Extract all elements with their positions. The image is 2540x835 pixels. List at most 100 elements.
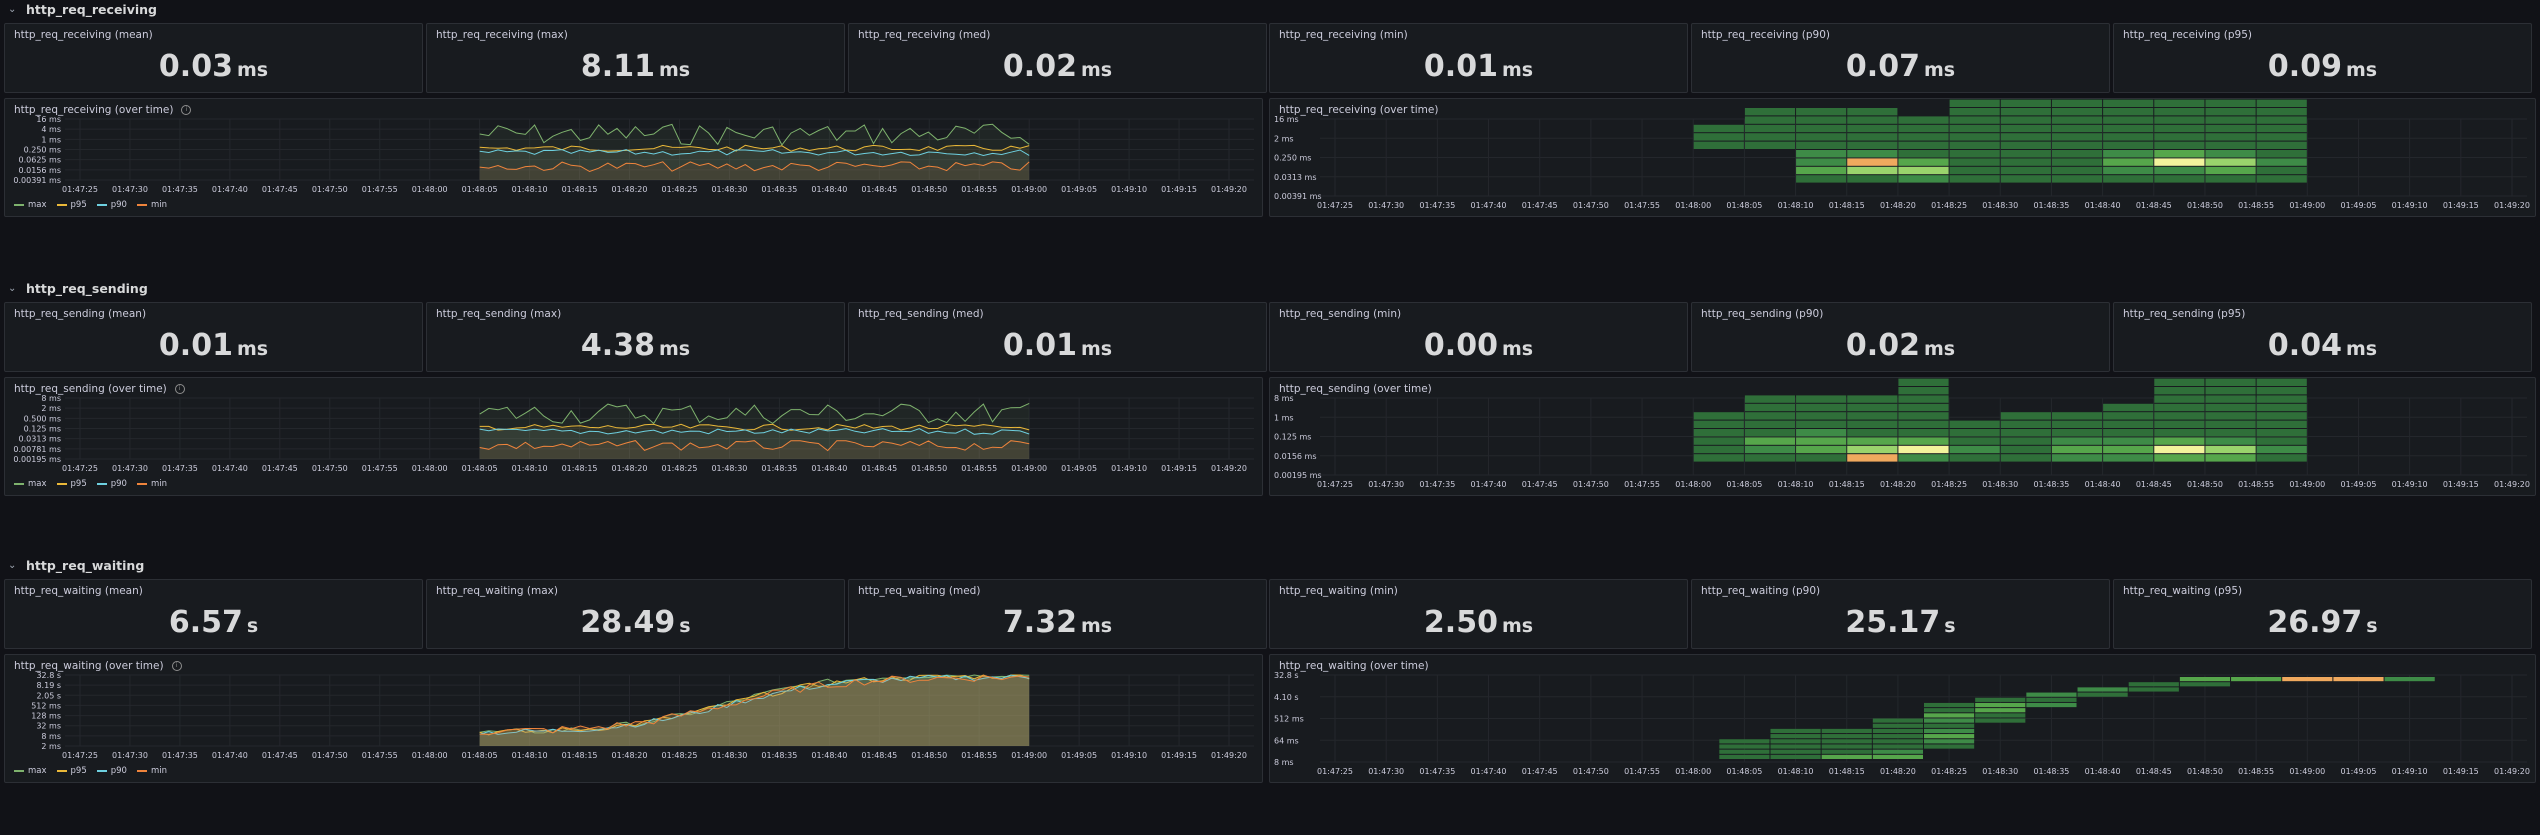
- heatmap-cell: [1898, 158, 1949, 166]
- heatmap-cell: [1924, 744, 1975, 749]
- heatmap-panel[interactable]: http_req_receiving (over time) 16 ms 2 ms 0…: [1269, 98, 2536, 217]
- heatmap-cell: [2000, 99, 2051, 107]
- row-header-0[interactable]: ⌄ http_req_receiving: [0, 0, 157, 18]
- row-header-1[interactable]: ⌄ http_req_sending: [0, 279, 148, 297]
- stat-panel[interactable]: http_req_sending (p95) 0.04 ms: [2113, 302, 2532, 372]
- chevron-down-icon[interactable]: ⌄: [8, 4, 22, 15]
- legend-item[interactable]: max: [14, 200, 47, 210]
- legend-label: p95: [70, 200, 87, 210]
- x-tick-label: 01:48:15: [562, 185, 598, 194]
- stat-panel[interactable]: http_req_waiting (max) 28.49 s: [426, 579, 845, 649]
- stat-panel[interactable]: http_req_waiting (p90) 25.17 s: [1691, 579, 2110, 649]
- legend: max p95 p90 min: [14, 766, 167, 776]
- stat-panel[interactable]: http_req_waiting (p95) 26.97 s: [2113, 579, 2532, 649]
- x-tick-label: 01:47:50: [1573, 480, 1609, 489]
- legend-item[interactable]: p90: [96, 766, 127, 776]
- heatmap-cell: [2026, 697, 2077, 702]
- y-tick-label: 1 ms: [1274, 413, 1294, 422]
- x-tick-label: 01:48:45: [2136, 201, 2172, 210]
- legend-label: p95: [70, 479, 87, 489]
- stat-panel[interactable]: http_req_waiting (min) 2.50 ms: [1269, 579, 1688, 649]
- stat-panel[interactable]: http_req_receiving (min) 0.01 ms: [1269, 23, 1688, 93]
- stat-panel[interactable]: http_req_receiving (mean) 0.03 ms: [4, 23, 423, 93]
- heatmap-cell: [2051, 158, 2103, 166]
- heatmap-cell: [2000, 158, 2051, 166]
- x-tick-label: 01:47:25: [1317, 201, 1353, 210]
- x-tick-label: 01:47:45: [1522, 201, 1558, 210]
- legend-item[interactable]: min: [136, 766, 167, 776]
- legend-item[interactable]: p95: [56, 766, 87, 776]
- heatmap-cell: [1796, 429, 1847, 437]
- heatmap-chart: 8 ms1 ms0.125 ms0.0156 ms0.00195 ms01:47…: [1274, 378, 2530, 489]
- heatmap-cell: [1898, 454, 1949, 462]
- heatmap-cell: [2051, 412, 2103, 420]
- heatmap-cell: [1924, 734, 1975, 739]
- x-tick-label: 01:48:35: [761, 751, 797, 760]
- heatmap-cell: [1898, 395, 1949, 403]
- legend-item[interactable]: min: [136, 200, 167, 210]
- chevron-down-icon[interactable]: ⌄: [8, 283, 22, 294]
- heatmap-cell: [2154, 412, 2205, 420]
- y-tick-label: 8 ms: [41, 732, 61, 741]
- chevron-down-icon[interactable]: ⌄: [8, 560, 22, 571]
- x-tick-label: 01:48:50: [911, 464, 947, 473]
- heatmap-cell: [1975, 697, 2026, 702]
- legend-item[interactable]: p90: [96, 200, 127, 210]
- heatmap-cell: [1744, 420, 1796, 428]
- heatmap-cell: [1949, 166, 2000, 175]
- heatmap-panel[interactable]: http_req_sending (over time) 8 ms 1 ms 0.12…: [1269, 377, 2536, 496]
- heatmap-cell: [2103, 141, 2154, 149]
- heatmap-cell: [1770, 749, 1821, 754]
- stat-panel[interactable]: http_req_receiving (med) 0.02 ms: [848, 23, 1267, 93]
- heatmap-cell: [2051, 429, 2103, 437]
- heatmap-cell: [1744, 429, 1796, 437]
- stat-panel[interactable]: http_req_sending (p90) 0.02 ms: [1691, 302, 2110, 372]
- stat-panel[interactable]: http_req_receiving (p95) 0.09 ms: [2113, 23, 2532, 93]
- heatmap-cell: [1847, 150, 1898, 158]
- heatmap-cell: [2000, 445, 2051, 454]
- heatmap-cell: [1949, 437, 2000, 445]
- heatmap-cell: [2154, 133, 2205, 141]
- heatmap-cell: [2256, 99, 2307, 107]
- x-tick-label: 01:49:00: [1011, 185, 1047, 194]
- legend-item[interactable]: min: [136, 479, 167, 489]
- row-header-2[interactable]: ⌄ http_req_waiting: [0, 556, 144, 574]
- stat-panel[interactable]: http_req_sending (mean) 0.01 ms: [4, 302, 423, 372]
- legend-item[interactable]: p95: [56, 200, 87, 210]
- legend-item[interactable]: max: [14, 479, 47, 489]
- x-tick-label: 01:49:05: [1061, 464, 1097, 473]
- row-title: http_req_receiving: [26, 1, 157, 17]
- heatmap-cell: [1872, 744, 1923, 749]
- x-tick-label: 01:48:25: [662, 464, 698, 473]
- legend-item[interactable]: p95: [56, 479, 87, 489]
- y-tick-label: 0.00781 ms: [13, 445, 61, 454]
- heatmap-cell: [2000, 116, 2051, 124]
- stat-panel[interactable]: http_req_sending (min) 0.00 ms: [1269, 302, 1688, 372]
- stat-panel[interactable]: http_req_receiving (p90) 0.07 ms: [1691, 23, 2110, 93]
- stat-panel[interactable]: http_req_receiving (max) 8.11 ms: [426, 23, 845, 93]
- legend-item[interactable]: p90: [96, 479, 127, 489]
- stat-panel[interactable]: http_req_waiting (mean) 6.57 s: [4, 579, 423, 649]
- x-tick-label: 01:47:35: [162, 464, 198, 473]
- timeseries-panel[interactable]: http_req_sending (over time) i 8 ms 2 ms 0.5…: [4, 377, 1263, 496]
- stat-panel[interactable]: http_req_sending (max) 4.38 ms: [426, 302, 845, 372]
- heatmap-cell: [2051, 454, 2103, 462]
- heatmap-cell: [2256, 133, 2307, 141]
- x-tick-label: 01:47:30: [1368, 767, 1404, 776]
- stat-panel[interactable]: http_req_sending (med) 0.01 ms: [848, 302, 1267, 372]
- heatmap-panel[interactable]: http_req_waiting (over time) 32.8 s 4.10 s…: [1269, 654, 2536, 783]
- heatmap-cell: [2103, 124, 2154, 133]
- legend-label: min: [150, 766, 167, 776]
- stat-panel[interactable]: http_req_waiting (med) 7.32 ms: [848, 579, 1267, 649]
- legend-swatch: [14, 483, 24, 485]
- legend-swatch: [96, 204, 107, 206]
- heatmap-cell: [1744, 116, 1796, 124]
- timeseries-panel[interactable]: http_req_waiting (over time) i 32.8 s 8.19 …: [4, 654, 1263, 783]
- legend-swatch: [96, 483, 107, 485]
- x-tick-label: 01:48:05: [1726, 767, 1762, 776]
- heatmap-cell: [1949, 420, 2000, 428]
- legend-item[interactable]: max: [14, 766, 47, 776]
- heatmap-cell: [1924, 713, 1975, 718]
- heatmap-cell: [1719, 749, 1770, 754]
- timeseries-panel[interactable]: http_req_receiving (over time) i 16 ms 4 ms…: [4, 98, 1263, 217]
